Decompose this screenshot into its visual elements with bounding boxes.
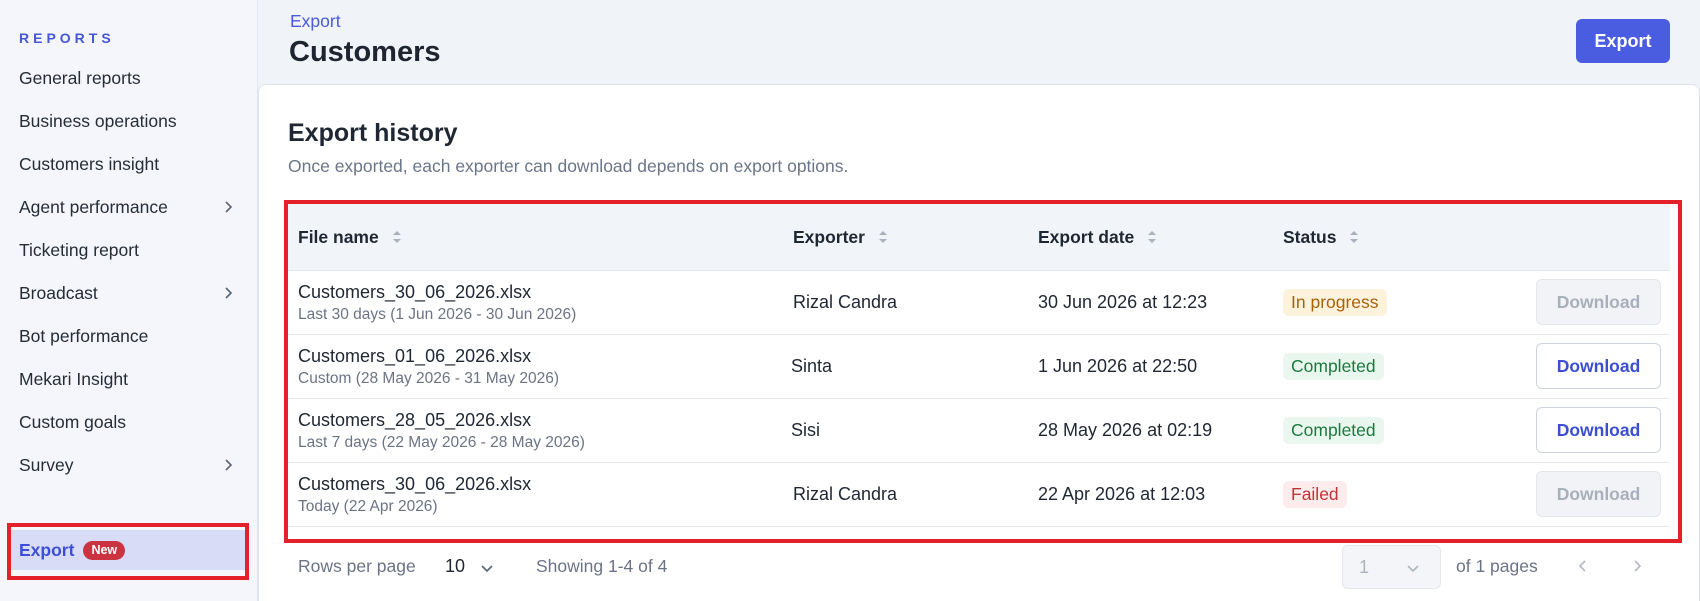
breadcrumb[interactable]: Export	[290, 11, 341, 32]
sidebar-item-label: Custom goals	[19, 411, 126, 432]
sidebar-item-business-operations[interactable]: Business operations	[8, 101, 249, 141]
chevron-right-icon	[225, 287, 233, 299]
sidebar-item-mekari-insight[interactable]: Mekari Insight	[8, 359, 249, 399]
rows-per-page-select[interactable]: 10	[445, 556, 465, 577]
page-select-value: 1	[1359, 557, 1370, 577]
card-title: Export history	[288, 119, 458, 147]
sidebar-item-label: Ticketing report	[19, 239, 139, 260]
sidebar-item-ticketing-report[interactable]: Ticketing report	[8, 230, 249, 270]
sidebar-item-custom-goals[interactable]: Custom goals	[8, 402, 249, 442]
chevron-right-icon	[225, 201, 233, 213]
sidebar-item-label: Broadcast	[19, 282, 98, 303]
page-select: 1	[1342, 545, 1441, 589]
sidebar-item-customers-insight[interactable]: Customers insight	[8, 144, 249, 184]
chevron-right-icon	[1634, 560, 1642, 572]
showing-count: Showing 1-4 of 4	[536, 556, 668, 576]
sidebar: REPORTS General reports Business operati…	[0, 0, 258, 601]
sidebar-item-survey[interactable]: Survey	[8, 445, 249, 485]
chevron-down-icon	[1407, 565, 1419, 573]
sidebar-item-label: Survey	[19, 454, 74, 475]
sidebar-item-bot-performance[interactable]: Bot performance	[8, 316, 249, 356]
rows-per-page-label: Rows per page	[298, 556, 416, 576]
sidebar-item-general-reports[interactable]: General reports	[8, 58, 249, 98]
highlight-box-table	[284, 200, 1682, 543]
sidebar-item-label: Customers insight	[19, 153, 160, 174]
sidebar-item-broadcast[interactable]: Broadcast	[8, 273, 249, 313]
highlight-box-sidebar	[7, 523, 249, 580]
sidebar-item-label: Mekari Insight	[19, 368, 128, 389]
export-button[interactable]: Export	[1576, 19, 1670, 63]
page-title: Customers	[289, 36, 441, 68]
sidebar-item-label: Business operations	[19, 110, 177, 131]
card-subtitle: Once exported, each exporter can downloa…	[288, 156, 849, 176]
chevron-down-icon[interactable]	[480, 561, 494, 575]
chevron-right-icon	[225, 459, 233, 471]
chevron-left-icon	[1578, 560, 1586, 572]
sidebar-item-label: Bot performance	[19, 325, 149, 346]
of-pages-label: of 1 pages	[1456, 556, 1538, 576]
sidebar-item-agent-performance[interactable]: Agent performance	[8, 187, 249, 227]
sidebar-heading: REPORTS	[19, 30, 115, 46]
sidebar-item-label: General reports	[19, 67, 141, 88]
sidebar-item-label: Agent performance	[19, 196, 168, 217]
